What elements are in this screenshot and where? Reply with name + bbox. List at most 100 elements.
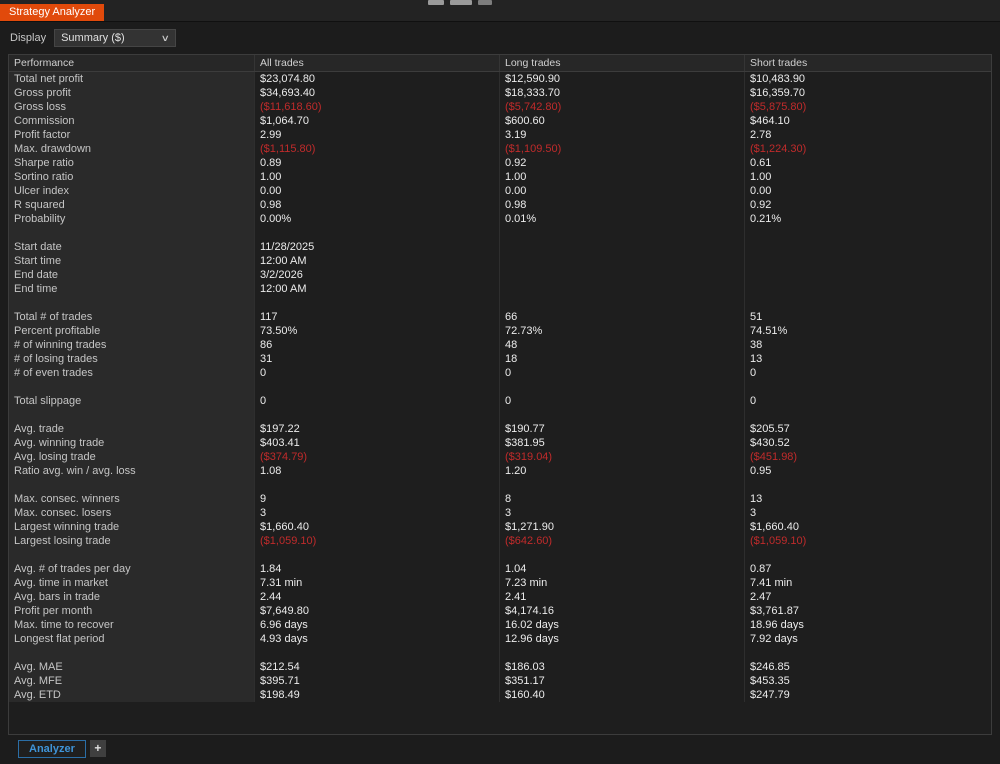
cell-value: 48 xyxy=(500,338,745,352)
cell-value: $10,483.90 xyxy=(745,72,991,86)
row-label: Avg. time in market xyxy=(9,576,255,590)
cell-value xyxy=(745,646,991,660)
cell-value: 0.89 xyxy=(255,156,500,170)
cell-value: $430.52 xyxy=(745,436,991,450)
display-dropdown[interactable]: Summary ($) ∨ xyxy=(54,29,176,47)
table-row: Avg. # of trades per day1.841.040.87 xyxy=(9,562,991,576)
table-row: # of even trades000 xyxy=(9,366,991,380)
cell-value: $600.60 xyxy=(500,114,745,128)
cell-value xyxy=(500,380,745,394)
column-header-performance[interactable]: Performance xyxy=(9,55,255,71)
row-label: Sortino ratio xyxy=(9,170,255,184)
row-label: Ulcer index xyxy=(9,184,255,198)
cell-value: $190.77 xyxy=(500,422,745,436)
cell-value: $395.71 xyxy=(255,674,500,688)
table-row: Total slippage000 xyxy=(9,394,991,408)
cell-value: $351.17 xyxy=(500,674,745,688)
table-row: Ulcer index0.000.000.00 xyxy=(9,184,991,198)
table-row: Percent profitable73.50%72.73%74.51% xyxy=(9,324,991,338)
cell-value: ($374.79) xyxy=(255,450,500,464)
chevron-down-icon: ∨ xyxy=(161,33,170,44)
cell-value: 0 xyxy=(255,394,500,408)
row-label: Commission xyxy=(9,114,255,128)
table-row: Sortino ratio1.001.001.00 xyxy=(9,170,991,184)
cell-value: $18,333.70 xyxy=(500,86,745,100)
cell-value: 0 xyxy=(255,366,500,380)
row-label: End date xyxy=(9,268,255,282)
cell-value: 2.47 xyxy=(745,590,991,604)
table-row xyxy=(9,478,991,492)
cell-value xyxy=(255,548,500,562)
table-row: Max. consec. winners9813 xyxy=(9,492,991,506)
cell-value: $246.85 xyxy=(745,660,991,674)
cell-value: 0.95 xyxy=(745,464,991,478)
cell-value xyxy=(500,646,745,660)
cell-value: 12:00 AM xyxy=(255,282,500,296)
table-row: Probability0.00%0.01%0.21% xyxy=(9,212,991,226)
cell-value: $3,761.87 xyxy=(745,604,991,618)
row-label: Start date xyxy=(9,240,255,254)
clipped-icon xyxy=(428,0,444,5)
row-label: Profit factor xyxy=(9,128,255,142)
cell-value: 3 xyxy=(745,506,991,520)
row-label: Percent profitable xyxy=(9,324,255,338)
table-row: Sharpe ratio0.890.920.61 xyxy=(9,156,991,170)
cell-value: 117 xyxy=(255,310,500,324)
cell-value: $381.95 xyxy=(500,436,745,450)
table-row: Profit per month$7,649.80$4,174.16$3,761… xyxy=(9,604,991,618)
row-label: # of even trades xyxy=(9,366,255,380)
cell-value: 86 xyxy=(255,338,500,352)
row-label xyxy=(9,646,255,660)
table-row xyxy=(9,380,991,394)
table-row: Avg. MFE$395.71$351.17$453.35 xyxy=(9,674,991,688)
add-tab-button[interactable]: + xyxy=(90,740,106,757)
row-label: Avg. trade xyxy=(9,422,255,436)
cell-value xyxy=(500,548,745,562)
row-label: Sharpe ratio xyxy=(9,156,255,170)
cell-value: 0.87 xyxy=(745,562,991,576)
cell-value: 0.98 xyxy=(255,198,500,212)
cell-value: 11/28/2025 xyxy=(255,240,500,254)
table-row: Commission$1,064.70$600.60$464.10 xyxy=(9,114,991,128)
cell-value: ($1,059.10) xyxy=(745,534,991,548)
cell-value: 7.23 min xyxy=(500,576,745,590)
table-row xyxy=(9,548,991,562)
cell-value: 2.41 xyxy=(500,590,745,604)
row-label xyxy=(9,296,255,310)
table-row: Start time12:00 AM xyxy=(9,254,991,268)
cell-value: 7.31 min xyxy=(255,576,500,590)
cell-value: 1.00 xyxy=(745,170,991,184)
row-label: Max. consec. losers xyxy=(9,506,255,520)
strategy-analyzer-tab[interactable]: Strategy Analyzer xyxy=(0,4,104,21)
table-row: Avg. time in market7.31 min7.23 min7.41 … xyxy=(9,576,991,590)
row-label xyxy=(9,478,255,492)
column-header-long-trades[interactable]: Long trades xyxy=(500,55,745,71)
table-row: # of losing trades311813 xyxy=(9,352,991,366)
table-row: Gross profit$34,693.40$18,333.70$16,359.… xyxy=(9,86,991,100)
row-label: Avg. losing trade xyxy=(9,450,255,464)
row-label: Total slippage xyxy=(9,394,255,408)
tab-analyzer[interactable]: Analyzer xyxy=(18,740,86,758)
cell-value: 0.21% xyxy=(745,212,991,226)
column-header-all-trades[interactable]: All trades xyxy=(255,55,500,71)
cell-value xyxy=(500,296,745,310)
table-row: Gross loss($11,618.60)($5,742.80)($5,875… xyxy=(9,100,991,114)
cell-value: $403.41 xyxy=(255,436,500,450)
column-header-short-trades[interactable]: Short trades xyxy=(745,55,991,71)
row-label: Max. time to recover xyxy=(9,618,255,632)
cell-value: ($1,224.30) xyxy=(745,142,991,156)
table-row xyxy=(9,646,991,660)
cell-value: 13 xyxy=(745,492,991,506)
cell-value: 12:00 AM xyxy=(255,254,500,268)
cell-value: 1.08 xyxy=(255,464,500,478)
table-body: Total net profit$23,074.80$12,590.90$10,… xyxy=(9,72,991,702)
cell-value: 1.20 xyxy=(500,464,745,478)
table-row: Max. consec. losers333 xyxy=(9,506,991,520)
cell-value xyxy=(745,226,991,240)
table-row: Avg. trade$197.22$190.77$205.57 xyxy=(9,422,991,436)
table-row: Total net profit$23,074.80$12,590.90$10,… xyxy=(9,72,991,86)
cell-value: 18 xyxy=(500,352,745,366)
row-label: Largest winning trade xyxy=(9,520,255,534)
row-label: # of losing trades xyxy=(9,352,255,366)
cell-value: 0 xyxy=(745,366,991,380)
